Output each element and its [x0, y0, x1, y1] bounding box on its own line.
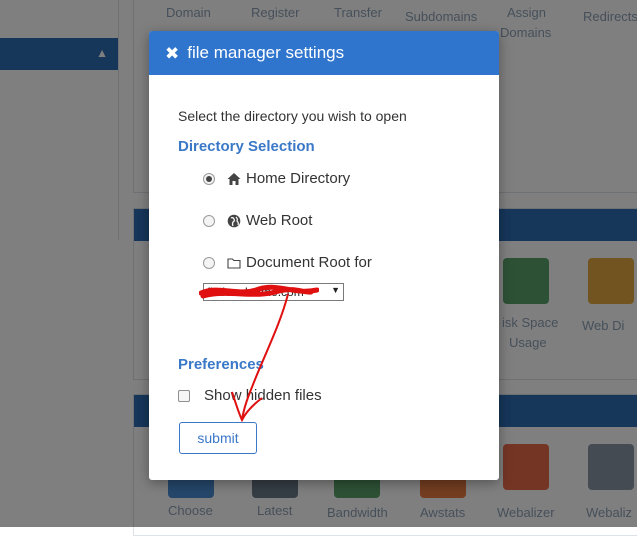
- intro-text: Select the directory you wish to open: [178, 108, 407, 124]
- folder-icon: [227, 257, 241, 269]
- modal-title: file manager settings: [187, 43, 345, 62]
- home-directory-option[interactable]: Home Directory: [203, 170, 350, 187]
- home-directory-radio[interactable]: [203, 172, 215, 185]
- web-root-option[interactable]: Web Root: [203, 212, 312, 229]
- web-root-radio[interactable]: [203, 214, 215, 227]
- show-hidden-files-checkbox[interactable]: [178, 389, 190, 402]
- modal-header: ✖ file manager settings: [149, 31, 499, 75]
- globe-icon: [227, 214, 241, 227]
- document-root-radio[interactable]: [203, 256, 215, 269]
- document-root-option[interactable]: Document Root for: [203, 254, 372, 271]
- annotation-arrow: [231, 293, 289, 423]
- caret-down-icon: ▼: [331, 285, 340, 295]
- document-root-label: Document Root for: [246, 254, 372, 271]
- directory-selection-title: Directory Selection: [178, 138, 315, 155]
- home-directory-label: Home Directory: [246, 170, 351, 187]
- file-manager-settings-dialog: ✖ file manager settings Select the direc…: [149, 31, 499, 480]
- web-root-label: Web Root: [246, 212, 313, 229]
- home-icon: [227, 172, 241, 185]
- close-icon[interactable]: ✖: [165, 45, 179, 62]
